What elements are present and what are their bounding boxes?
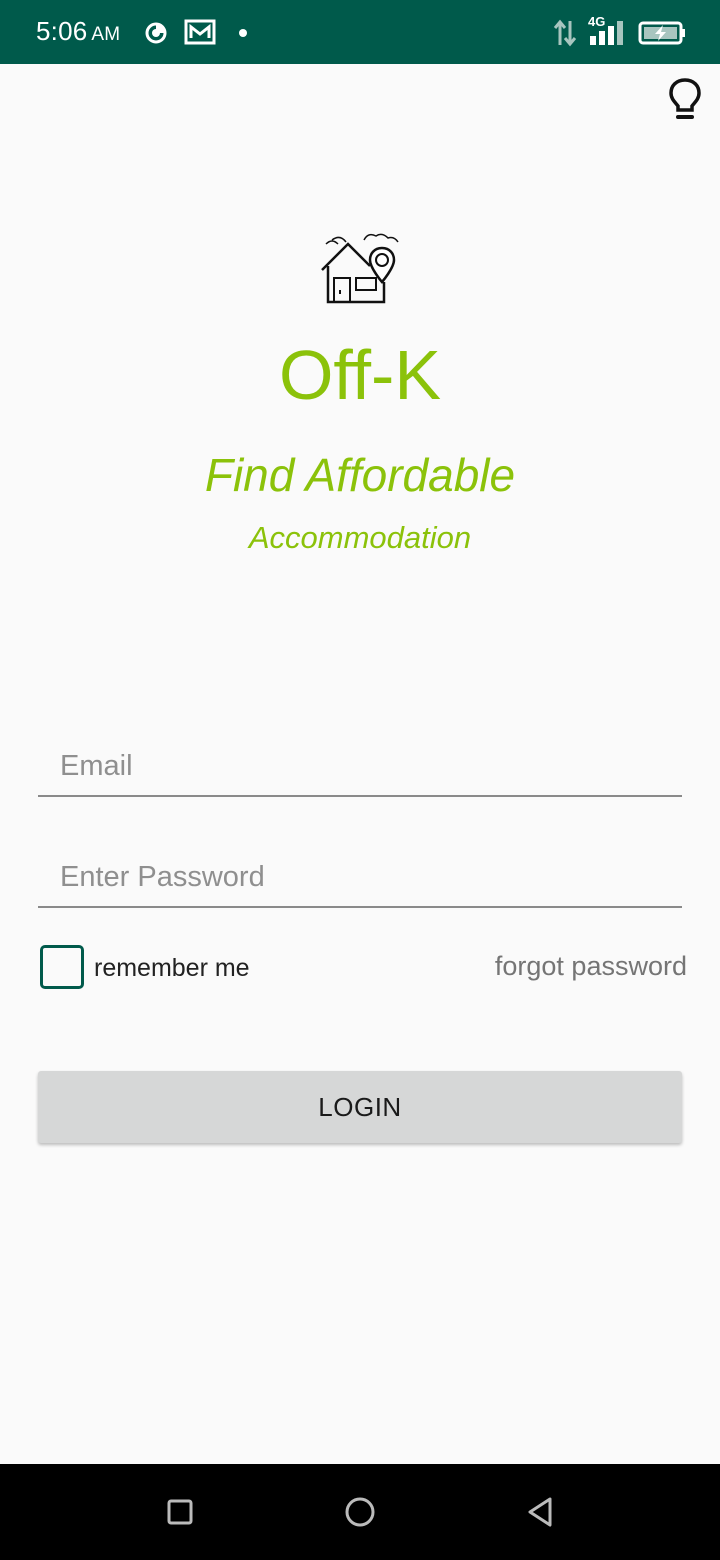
- status-ampm: AM: [91, 24, 121, 45]
- tagline-line2: Accommodation: [248, 520, 472, 555]
- login-button[interactable]: LOGIN: [38, 1071, 682, 1143]
- navigation-bar: [0, 1464, 720, 1560]
- data-saver-icon: [145, 22, 167, 44]
- signal-icon: [590, 21, 623, 45]
- forgot-password-link[interactable]: forgot password: [495, 951, 687, 982]
- remember-me-label[interactable]: remember me: [94, 954, 250, 983]
- status-bar: 5:06 AM 4G: [0, 0, 720, 64]
- email-field-container: [38, 737, 682, 797]
- password-field-container: [38, 848, 682, 908]
- data-transfer-icon: [553, 19, 577, 47]
- recents-square-icon[interactable]: [162, 1494, 198, 1530]
- app-title: Off-K: [278, 336, 442, 414]
- tagline-line1: Find Affordable: [204, 449, 516, 501]
- email-field[interactable]: [38, 737, 682, 795]
- house-location-icon: [321, 233, 399, 304]
- gallery-notification-icon: [184, 19, 216, 45]
- battery-charging-icon: [638, 21, 685, 45]
- back-triangle-icon[interactable]: [522, 1494, 558, 1530]
- status-clock: 5:06 AM: [36, 16, 120, 47]
- password-field[interactable]: [38, 848, 682, 906]
- remember-me-checkbox[interactable]: [40, 945, 84, 989]
- home-circle-icon[interactable]: [342, 1494, 378, 1530]
- lightbulb-icon[interactable]: [664, 76, 706, 122]
- notification-dot-icon: [239, 29, 247, 37]
- status-time: 5:06: [36, 16, 88, 46]
